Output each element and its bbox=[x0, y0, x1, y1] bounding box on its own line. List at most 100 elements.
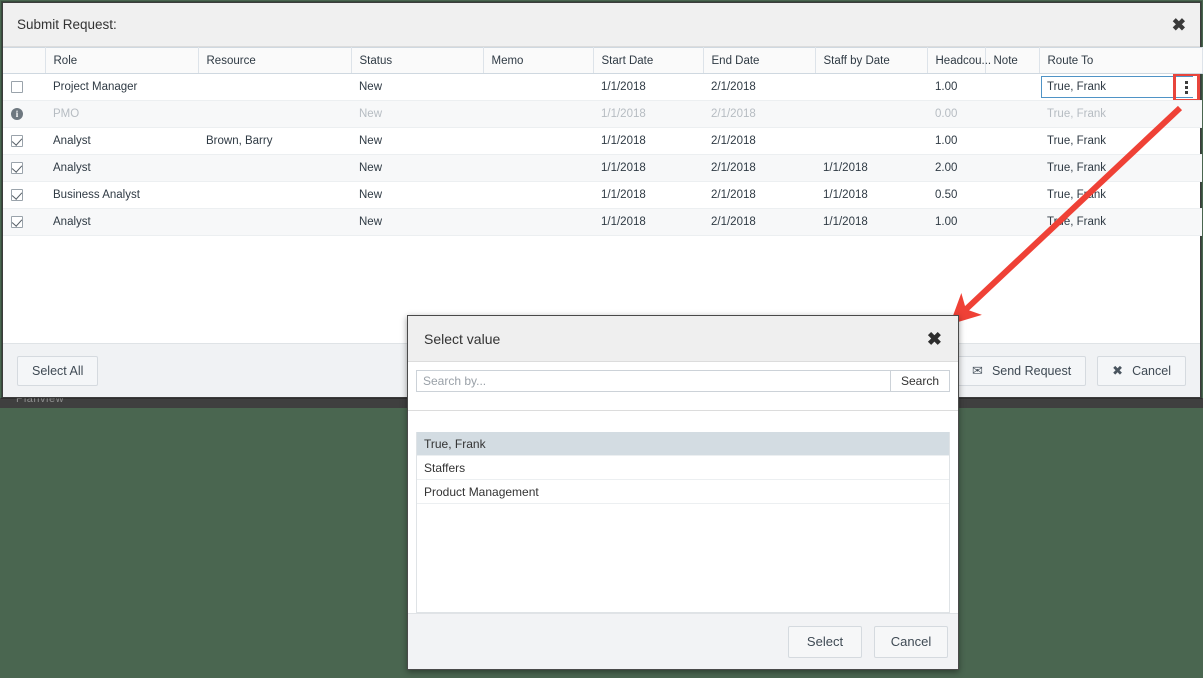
cell-route-to[interactable] bbox=[1039, 73, 1202, 101]
column-header-route-to[interactable]: Route To bbox=[1039, 47, 1203, 74]
cell-headcount: 1.00 bbox=[927, 73, 985, 101]
cell-start-date: 1/1/2018 bbox=[593, 73, 703, 101]
column-header-start-date[interactable]: Start Date bbox=[593, 47, 704, 74]
cell-staff-by-date bbox=[815, 100, 927, 128]
column-header-headcount[interactable]: Headcou... bbox=[927, 47, 991, 74]
cell-role: Analyst bbox=[45, 154, 198, 182]
route-to-input[interactable] bbox=[1041, 76, 1193, 98]
cell-note bbox=[985, 154, 1039, 182]
column-header-status[interactable]: Status bbox=[351, 47, 484, 74]
cell-role: PMO bbox=[45, 100, 198, 128]
cell-headcount: 1.00 bbox=[927, 208, 985, 236]
select-all-button[interactable]: Select All bbox=[17, 355, 99, 386]
column-header-resource[interactable]: Resource bbox=[198, 47, 352, 74]
request-table: Role Resource Status Memo Start Date End… bbox=[3, 47, 1203, 236]
cell-status: New bbox=[351, 154, 483, 182]
column-header-select[interactable] bbox=[3, 47, 46, 74]
search-zone: Search bbox=[408, 362, 958, 411]
cell-memo bbox=[483, 100, 593, 128]
close-icon[interactable]: ✖ bbox=[1172, 16, 1186, 33]
cell-memo bbox=[483, 73, 593, 101]
cell-staff-by-date: 1/1/2018 bbox=[815, 208, 927, 236]
table-header-row: Role Resource Status Memo Start Date End… bbox=[3, 47, 1203, 74]
modal-title: Select value bbox=[424, 330, 501, 347]
list-item[interactable]: Staffers bbox=[417, 456, 949, 480]
cell-end-date: 2/1/2018 bbox=[703, 100, 815, 128]
cell-resource: Brown, Barry bbox=[198, 127, 351, 155]
cell-start-date: 1/1/2018 bbox=[593, 154, 703, 182]
checkbox-unchecked-icon[interactable] bbox=[11, 80, 23, 93]
modal-footer: Select Cancel bbox=[408, 613, 958, 669]
vertical-dots-icon[interactable] bbox=[1178, 77, 1195, 97]
search-button[interactable]: Search bbox=[890, 370, 950, 392]
cell-route-to: True, Frank bbox=[1039, 154, 1202, 182]
cell-staff-by-date bbox=[815, 127, 927, 155]
column-header-end-date[interactable]: End Date bbox=[703, 47, 816, 74]
select-value-modal: Select value ✖ Search True, Frank Staffe… bbox=[407, 315, 959, 670]
envelope-icon: ✉ bbox=[972, 363, 983, 378]
cell-route-to: True, Frank bbox=[1039, 100, 1202, 128]
cell-resource bbox=[198, 208, 351, 236]
column-header-role[interactable]: Role bbox=[45, 47, 199, 74]
list-item[interactable]: True, Frank bbox=[417, 432, 949, 456]
column-header-staff-by-date[interactable]: Staff by Date bbox=[815, 47, 928, 74]
option-list[interactable]: True, Frank Staffers Product Management bbox=[416, 432, 950, 613]
checkbox-checked-icon[interactable] bbox=[11, 188, 23, 201]
cell-start-date: 1/1/2018 bbox=[593, 208, 703, 236]
cell-status: New bbox=[351, 208, 483, 236]
table-row: Analyst New 1/1/2018 2/1/2018 1/1/2018 2… bbox=[3, 154, 1202, 182]
checkbox-checked-icon[interactable] bbox=[11, 161, 23, 174]
cell-route-to: True, Frank bbox=[1039, 127, 1202, 155]
table-row: Business Analyst New 1/1/2018 2/1/2018 1… bbox=[3, 181, 1202, 209]
cell-start-date: 1/1/2018 bbox=[593, 127, 703, 155]
cell-start-date: 1/1/2018 bbox=[593, 100, 703, 128]
cell-note bbox=[985, 181, 1039, 209]
table-row: Analyst Brown, Barry New 1/1/2018 2/1/20… bbox=[3, 127, 1202, 155]
cell-resource bbox=[198, 100, 351, 128]
cell-resource bbox=[198, 154, 351, 182]
modal-cancel-button[interactable]: Cancel bbox=[874, 625, 948, 658]
cell-end-date: 2/1/2018 bbox=[703, 181, 815, 209]
modal-header: Select value ✖ bbox=[408, 316, 958, 362]
table-row: i PMO New 1/1/2018 2/1/2018 0.00 True, F… bbox=[3, 100, 1202, 128]
column-header-memo[interactable]: Memo bbox=[483, 47, 594, 74]
cell-end-date: 2/1/2018 bbox=[703, 208, 815, 236]
column-header-note[interactable]: Note bbox=[985, 47, 1040, 74]
cell-headcount: 2.00 bbox=[927, 154, 985, 182]
cancel-button[interactable]: ✖ Cancel bbox=[1097, 355, 1186, 386]
row-select-cell[interactable] bbox=[3, 127, 45, 155]
cell-role: Analyst bbox=[45, 208, 198, 236]
cell-role: Project Manager bbox=[45, 73, 198, 101]
page-title: Submit Request: bbox=[17, 17, 117, 32]
cell-note bbox=[985, 127, 1039, 155]
table-row: Project Manager New 1/1/2018 2/1/2018 1.… bbox=[3, 73, 1202, 101]
list-item[interactable]: Product Management bbox=[417, 480, 949, 504]
send-request-button[interactable]: ✉ Send Request bbox=[957, 355, 1087, 386]
row-select-cell[interactable] bbox=[3, 181, 45, 209]
cell-headcount: 0.50 bbox=[927, 181, 985, 209]
info-icon[interactable]: i bbox=[11, 107, 23, 120]
request-grid: Role Resource Status Memo Start Date End… bbox=[3, 47, 1203, 343]
search-row: Search bbox=[416, 370, 950, 392]
cell-memo bbox=[483, 127, 593, 155]
panel-header: Submit Request: ✖ bbox=[3, 3, 1200, 47]
row-select-cell[interactable] bbox=[3, 154, 45, 182]
cell-role: Business Analyst bbox=[45, 181, 198, 209]
row-select-cell[interactable] bbox=[3, 73, 45, 101]
cell-end-date: 2/1/2018 bbox=[703, 73, 815, 101]
row-select-cell: i bbox=[3, 100, 45, 128]
close-icon[interactable]: ✖ bbox=[927, 330, 942, 348]
row-select-cell[interactable] bbox=[3, 208, 45, 236]
checkbox-checked-icon[interactable] bbox=[11, 215, 23, 228]
cell-note bbox=[985, 208, 1039, 236]
cell-staff-by-date: 1/1/2018 bbox=[815, 181, 927, 209]
cell-resource bbox=[198, 73, 351, 101]
checkbox-checked-icon[interactable] bbox=[11, 134, 23, 147]
cell-memo bbox=[483, 154, 593, 182]
cell-note bbox=[985, 100, 1039, 128]
table-row: Analyst New 1/1/2018 2/1/2018 1/1/2018 1… bbox=[3, 208, 1202, 236]
select-button[interactable]: Select bbox=[788, 625, 862, 658]
cell-memo bbox=[483, 181, 593, 209]
send-request-label: Send Request bbox=[991, 363, 1072, 378]
search-input[interactable] bbox=[416, 370, 891, 392]
